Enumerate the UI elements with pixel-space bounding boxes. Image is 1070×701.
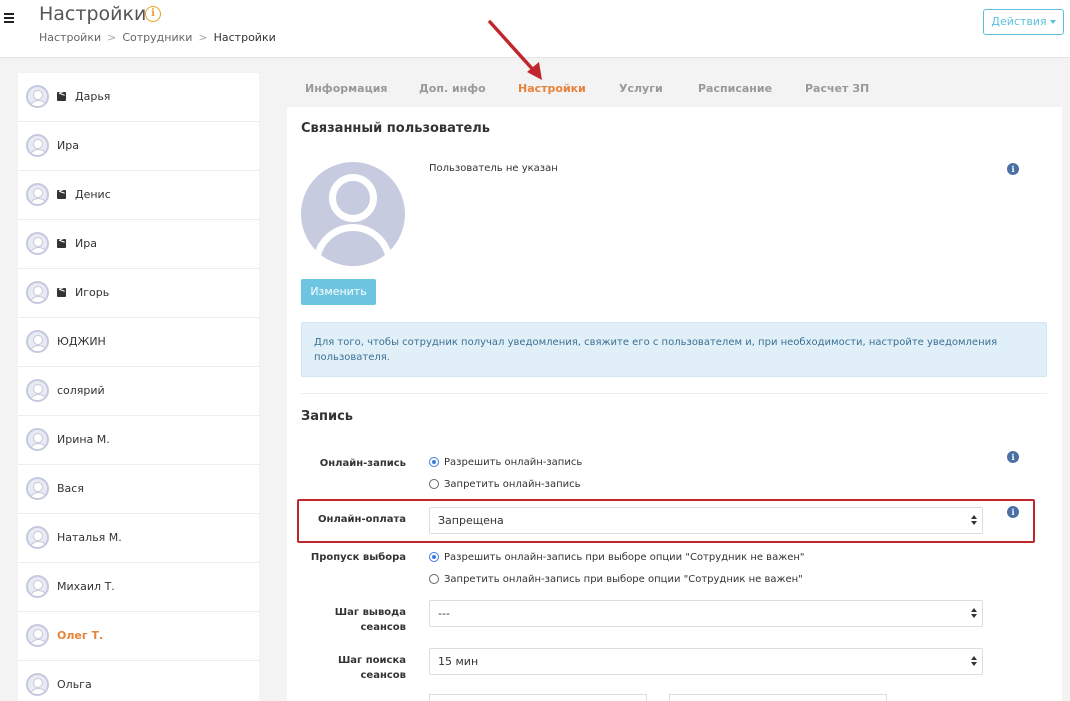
- time-field[interactable]: [429, 694, 647, 701]
- employee-name: Денис: [75, 188, 111, 201]
- booking-title: Запись: [301, 409, 354, 424]
- info-icon[interactable]: i: [1007, 451, 1019, 463]
- employee-item[interactable]: Денис: [18, 171, 259, 220]
- tab-services[interactable]: Услуги: [619, 82, 663, 95]
- employee-item[interactable]: Вася: [18, 465, 259, 514]
- info-icon[interactable]: i: [1007, 163, 1019, 175]
- employee-name: Михаил Т.: [57, 580, 115, 593]
- annotation-arrow-icon: [488, 20, 542, 80]
- employee-name: Дарья: [75, 90, 111, 103]
- employee-item[interactable]: Дарья: [18, 73, 259, 122]
- employee-item[interactable]: Наталья М.: [18, 514, 259, 563]
- menu-icon[interactable]: [4, 13, 14, 23]
- settings-panel: Связанный пользователь Пользователь не у…: [287, 107, 1062, 701]
- employee-name: Вася: [57, 482, 84, 495]
- breadcrumb-current: Настройки: [213, 31, 276, 44]
- employee-name: солярий: [57, 384, 105, 397]
- tabs: Информация Доп. инфо Настройки Услуги Ра…: [287, 73, 1062, 107]
- avatar: [26, 85, 49, 108]
- avatar: [26, 428, 49, 451]
- output-step-select[interactable]: ---: [429, 600, 983, 627]
- radio-selected-icon[interactable]: [429, 552, 439, 562]
- user-avatar: [301, 162, 405, 266]
- avatar: [26, 673, 49, 696]
- employee-item[interactable]: Ира: [18, 122, 259, 171]
- employee-item[interactable]: Олег Т.: [18, 612, 259, 661]
- employee-name: Ольга: [57, 678, 92, 691]
- divider: [301, 393, 1047, 394]
- select-arrows-icon: [971, 608, 977, 619]
- employee-item[interactable]: Ирина М.: [18, 416, 259, 465]
- skip-choice-label: Пропуск выбора: [310, 552, 406, 563]
- share-icon: [57, 187, 66, 199]
- search-step-label: Шаг поиска сеансов: [337, 655, 406, 681]
- employee-name: Олег Т.: [57, 629, 104, 642]
- tab-extra-info[interactable]: Доп. инфо: [419, 82, 486, 95]
- change-user-button[interactable]: Изменить: [301, 279, 376, 305]
- employee-item[interactable]: Ира: [18, 220, 259, 269]
- avatar: [26, 134, 49, 157]
- tab-salary[interactable]: Расчет ЗП: [805, 82, 869, 95]
- share-icon: [57, 285, 66, 297]
- online-booking-allow[interactable]: Разрешить онлайн-запись: [429, 457, 582, 468]
- online-booking-label: Онлайн-запись: [319, 458, 406, 469]
- actions-button[interactable]: Действия: [983, 9, 1064, 35]
- employee-name: Ирина М.: [57, 433, 110, 446]
- highlight-frame: [297, 499, 1035, 543]
- notification-alert: Для того, чтобы сотрудник получал уведом…: [301, 322, 1047, 377]
- share-icon: [57, 236, 66, 248]
- avatar: [26, 477, 49, 500]
- avatar: [26, 575, 49, 598]
- linked-user-title: Связанный пользователь: [301, 121, 491, 136]
- employee-item[interactable]: Михаил Т.: [18, 563, 259, 612]
- info-icon[interactable]: i: [145, 6, 161, 22]
- avatar: [26, 330, 49, 353]
- tab-info[interactable]: Информация: [305, 82, 388, 95]
- employee-item[interactable]: Ольга: [18, 661, 259, 701]
- share-icon: [57, 89, 66, 101]
- skip-choice-deny[interactable]: Запретить онлайн-запись при выборе опции…: [429, 574, 803, 585]
- avatar: [26, 183, 49, 206]
- employee-list: Дарья Ира Денис Ира Игорь ЮДЖИН солярий Ирина М…: [18, 73, 259, 701]
- avatar: [26, 379, 49, 402]
- caret-down-icon: [1049, 20, 1056, 24]
- output-step-label: Шаг вывода сеансов: [334, 607, 406, 633]
- radio-icon[interactable]: [429, 574, 439, 584]
- search-step-select[interactable]: 15 мин: [429, 648, 983, 675]
- avatar: [26, 624, 49, 647]
- employee-item[interactable]: Игорь: [18, 269, 259, 318]
- radio-icon[interactable]: [429, 479, 439, 489]
- page-title: Настройки: [39, 3, 147, 25]
- employee-name: Ира: [75, 237, 97, 250]
- avatar: [26, 526, 49, 549]
- employee-name: Ира: [57, 139, 79, 152]
- tab-schedule[interactable]: Расписание: [698, 82, 772, 95]
- skip-choice-allow[interactable]: Разрешить онлайн-запись при выборе опции…: [429, 552, 805, 563]
- employee-name: ЮДЖИН: [57, 335, 106, 348]
- employee-item[interactable]: ЮДЖИН: [18, 318, 259, 367]
- radio-selected-icon[interactable]: [429, 457, 439, 467]
- online-booking-deny[interactable]: Запретить онлайн-запись: [429, 479, 581, 490]
- avatar: [26, 281, 49, 304]
- breadcrumb: Настройки > Сотрудники > Настройки: [39, 31, 276, 44]
- employee-name: Наталья М.: [57, 531, 122, 544]
- breadcrumb-item[interactable]: Настройки: [39, 31, 101, 44]
- select-arrows-icon: [971, 656, 977, 667]
- employee-name: Игорь: [75, 286, 110, 299]
- user-status: Пользователь не указан: [429, 163, 558, 174]
- time-field[interactable]: [669, 694, 887, 701]
- employee-item[interactable]: солярий: [18, 367, 259, 416]
- avatar: [26, 232, 49, 255]
- breadcrumb-item[interactable]: Сотрудники: [122, 31, 192, 44]
